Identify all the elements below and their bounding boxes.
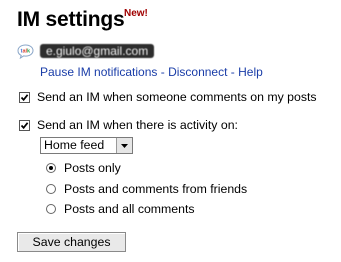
activity-option: Send an IM when there is activity on: [19,118,238,132]
radio-option-posts-only[interactable]: Posts only [46,161,121,175]
feed-select-value: Home feed [44,138,105,152]
all-comments-radio[interactable] [46,204,56,214]
link-separator: - [157,65,169,79]
radio-option-all-comments[interactable]: Posts and all comments [46,202,195,216]
new-badge: New! [124,8,148,19]
link-separator: - [227,65,239,79]
radio-label: Posts and comments from friends [64,182,248,196]
svg-text:talk: talk [21,49,31,55]
checkmark-icon [20,93,29,101]
checkmark-icon [20,121,29,129]
comments-option-label: Send an IM when someone comments on my p… [37,90,317,104]
comments-option: Send an IM when someone comments on my p… [19,90,317,104]
radio-option-friends-comments[interactable]: Posts and comments from friends [46,182,247,196]
gtalk-icon: talk [17,44,34,59]
friends-comments-radio[interactable] [46,184,56,194]
feed-select[interactable]: Home feed [40,137,133,154]
radio-label: Posts only [64,161,121,175]
page-title: IM settings [17,8,125,31]
save-changes-button[interactable]: Save changes [17,232,126,252]
account-email: e.giulo@gmail.com [40,44,155,58]
posts-only-radio[interactable] [46,163,56,173]
comments-checkbox[interactable] [19,91,30,103]
pause-im-link[interactable]: Pause IM notifications [40,65,157,79]
chevron-down-icon[interactable] [116,138,132,153]
activity-option-label: Send an IM when there is activity on: [37,118,238,132]
activity-checkbox[interactable] [19,119,30,131]
radio-label: Posts and all comments [64,202,195,216]
disconnect-link[interactable]: Disconnect [168,65,227,79]
help-link[interactable]: Help [238,65,263,79]
im-links: Pause IM notifications - Disconnect - He… [40,65,263,79]
